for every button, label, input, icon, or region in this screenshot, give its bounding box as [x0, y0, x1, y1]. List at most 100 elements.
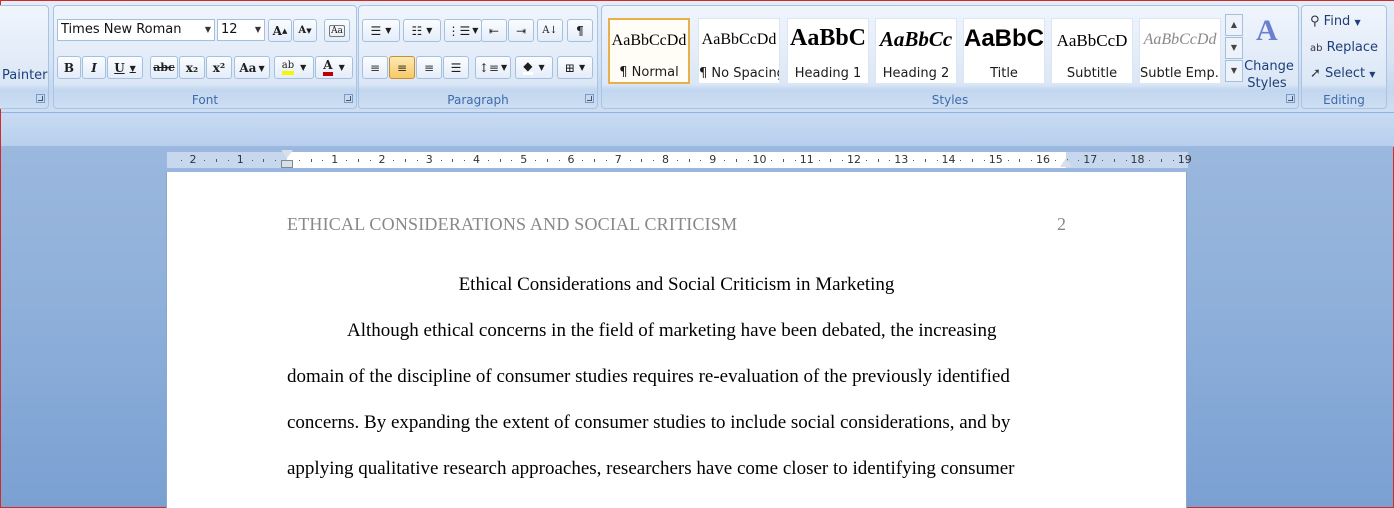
bold-icon: B — [63, 60, 75, 75]
ruler-tick — [1031, 160, 1033, 161]
paragraph-launcher-icon[interactable] — [585, 94, 594, 103]
bullets-icon: ☰ — [370, 23, 382, 38]
bold-button[interactable]: B — [57, 56, 81, 79]
bullets-button[interactable]: ☰ ▼ — [362, 19, 400, 42]
ruler-tick — [416, 160, 418, 161]
ruler-tick — [251, 160, 253, 161]
style-heading-2[interactable]: AaBbCc Heading 2 — [875, 18, 957, 84]
document-page[interactable]: ETHICAL CONSIDERATIONS AND SOCIAL CRITIC… — [166, 172, 1187, 508]
ruler-tick — [1125, 160, 1127, 161]
change-case-button[interactable]: Aa ▼ — [234, 56, 270, 79]
font-launcher-icon[interactable] — [344, 94, 353, 103]
ribbon: Painter Times New Roman ▼ 12 ▼ A ▲ A ▼ Aa … — [0, 1, 1394, 113]
italic-button[interactable]: I — [82, 56, 106, 79]
ruler-tick — [688, 159, 690, 162]
replace-button[interactable]: ab Replace — [1310, 40, 1378, 58]
decrease-indent-button[interactable]: ⇤ — [481, 19, 507, 42]
ruler-number: 1 — [236, 153, 244, 166]
format-painter-button[interactable]: Painter — [2, 68, 48, 83]
ruler-tick — [227, 160, 229, 161]
styles-group-label: Styles — [931, 93, 969, 107]
horizontal-ruler[interactable]: 2 1 1 2 3 4 5 6 7 8 9 10 11 12 13 14 15 16 17 18 19 — [166, 150, 1192, 169]
font-color-button[interactable]: A ▼ — [315, 56, 353, 79]
chevron-down-icon: ▼ — [472, 26, 479, 35]
ruler-tick — [393, 160, 395, 161]
borders-button[interactable]: ⊞ ▼ — [557, 56, 593, 79]
select-button[interactable]: ➚ Select ▼ — [1310, 66, 1375, 84]
ruler-tick — [1054, 160, 1056, 161]
ruler-tick — [357, 159, 359, 162]
style-no-spacing[interactable]: AaBbCcDd ¶ No Spacing — [698, 18, 780, 84]
ruler-tick — [830, 159, 832, 162]
align-center-button[interactable]: ≡ — [389, 56, 415, 79]
gallery-scroll-up[interactable]: ▲ — [1225, 14, 1243, 36]
ruler-tick — [676, 160, 678, 161]
chevron-down-icon: ▼ — [500, 63, 508, 72]
numbering-button[interactable]: ☷ ▼ — [403, 19, 441, 42]
strikethrough-button[interactable]: abc — [150, 56, 178, 79]
align-right-icon: ≡ — [423, 60, 435, 75]
right-indent-marker[interactable] — [1060, 158, 1072, 167]
find-button[interactable]: ⚲ Find ▼ — [1310, 14, 1361, 32]
ruler-tick — [204, 160, 206, 161]
grow-font-icon: A — [272, 23, 282, 38]
ruler-tick — [1078, 160, 1080, 161]
align-right-button[interactable]: ≡ — [416, 56, 442, 79]
style-subtitle[interactable]: AaBbCcD Subtitle — [1051, 18, 1133, 84]
sort-button[interactable]: A↓ — [537, 19, 563, 42]
font-group: Times New Roman ▼ 12 ▼ A ▲ A ▼ Aa B I U ▼ a… — [53, 5, 357, 109]
clipboard-launcher-icon[interactable] — [36, 94, 45, 103]
ruler-tick — [511, 160, 513, 161]
font-family-value: Times New Roman — [61, 22, 182, 37]
highlight-icon: ab — [281, 60, 295, 75]
subscript-button[interactable]: x₂ — [179, 56, 205, 79]
shrink-font-button[interactable]: A ▼ — [293, 19, 317, 42]
body-line: applying qualitative research approaches… — [287, 458, 1015, 479]
style-sample: AaBbCc — [879, 27, 953, 51]
grow-font-button[interactable]: A ▲ — [268, 19, 292, 42]
style-subtle-emphasis[interactable]: AaBbCcDd Subtle Emp... — [1139, 18, 1221, 84]
align-left-button[interactable]: ≡ — [362, 56, 388, 79]
ruler-number: 19 — [1177, 153, 1192, 166]
ruler-tick — [1161, 159, 1163, 162]
superscript-button[interactable]: x² — [206, 56, 232, 79]
superscript-icon: x² — [212, 60, 226, 75]
justify-button[interactable]: ☰ — [443, 56, 469, 79]
align-center-icon: ≡ — [396, 60, 408, 75]
justify-icon: ☰ — [450, 60, 462, 75]
increase-indent-button[interactable]: ⇥ — [508, 19, 534, 42]
hanging-indent-marker[interactable] — [281, 160, 293, 168]
binoculars-icon: ⚲ — [1310, 14, 1320, 29]
shading-button[interactable]: ◆ ▼ — [515, 56, 553, 79]
style-title[interactable]: AaBbC Title — [963, 18, 1045, 84]
chevron-down-icon: ▼ — [578, 63, 586, 72]
gallery-more-button[interactable]: ▼ — [1225, 60, 1243, 82]
style-heading-1[interactable]: AaBbC Heading 1 — [787, 18, 869, 84]
style-sample: AaBbC — [964, 25, 1044, 52]
ruler-tick — [263, 159, 265, 162]
style-sample: AaBbCcDd — [701, 31, 777, 48]
ruler-tick — [983, 160, 985, 161]
clear-formatting-button[interactable]: Aa — [324, 19, 350, 42]
ruler-number: 5 — [520, 153, 528, 166]
font-size-combo[interactable]: 12 ▼ — [217, 19, 265, 41]
line-spacing-button[interactable]: ↕≡ ▼ — [475, 56, 511, 79]
change-styles-label-2: Styles — [1247, 76, 1287, 91]
multilevel-list-button[interactable]: ⋮☰ ▼ — [444, 19, 482, 42]
ruler-tick — [783, 159, 785, 162]
style-normal[interactable]: AaBbCcDd ¶ Normal — [608, 18, 690, 84]
font-color-icon: A — [323, 59, 333, 76]
highlight-button[interactable]: ab ▼ — [274, 56, 314, 79]
underline-button[interactable]: U ▼ — [107, 56, 143, 79]
styles-launcher-icon[interactable] — [1286, 94, 1295, 103]
style-sample: AaBbCcDd — [611, 32, 687, 49]
ruler-tick — [771, 160, 773, 161]
select-label: Select — [1325, 66, 1366, 81]
gallery-scroll-down[interactable]: ▼ — [1225, 37, 1243, 59]
show-formatting-button[interactable]: ¶ — [567, 19, 593, 42]
chevron-down-icon: ▼ — [300, 63, 307, 72]
change-styles-button[interactable]: A Change Styles — [1244, 10, 1294, 91]
font-family-combo[interactable]: Times New Roman ▼ — [57, 19, 215, 41]
ruler-number: 10 — [752, 153, 767, 166]
first-line-indent-marker[interactable] — [281, 150, 293, 158]
